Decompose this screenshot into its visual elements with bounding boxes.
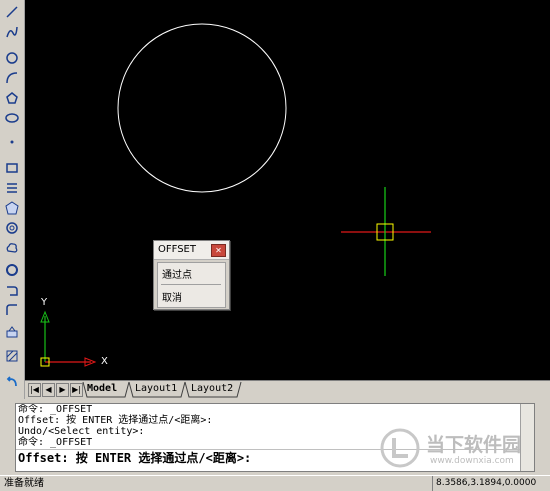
offset-popup: OFFSET ✕ 通过点 取消 (153, 240, 230, 310)
menu-item-through-point[interactable]: 通过点 (162, 266, 192, 281)
menu-item-cancel[interactable]: 取消 (162, 289, 182, 304)
coordinate-readout: 8.3586,3.1894,0.0000 (432, 476, 539, 491)
drawing-canvas[interactable]: Y X (25, 0, 550, 380)
command-scrollbar[interactable] (520, 404, 534, 471)
ellipse-tool-icon[interactable] (3, 110, 21, 126)
multiline-tool-icon[interactable] (3, 180, 21, 196)
polyline-tool-icon[interactable] (3, 24, 21, 40)
status-text: 准备就绪 (4, 478, 44, 489)
polygon-tool-icon[interactable] (3, 90, 21, 106)
tab-outlines (82, 381, 242, 398)
drawn-circle[interactable] (117, 23, 287, 193)
ucs-y-label: Y (41, 297, 48, 308)
region-tool-icon[interactable] (3, 200, 21, 216)
line-tool-icon[interactable] (3, 4, 21, 20)
watermark-url: www.downxia.com (430, 456, 514, 466)
spline-tool-icon[interactable] (3, 282, 21, 298)
draw-toolbar (0, 0, 25, 399)
watermark-icon (380, 428, 420, 468)
insert-block-tool-icon[interactable] (3, 302, 21, 318)
donut-tool-icon[interactable] (3, 220, 21, 236)
close-icon[interactable]: ✕ (211, 244, 226, 257)
hatch-tool-icon[interactable] (3, 348, 21, 364)
crosshair-cursor (341, 187, 431, 276)
command-history-line: 命令: _OFFSET (18, 404, 93, 415)
revision-cloud-tool-icon[interactable] (3, 240, 21, 256)
ucs-x-label: X (101, 356, 108, 367)
arc-tool-icon[interactable] (3, 70, 21, 86)
status-bar: 准备就绪 8.3586,3.1894,0.0000 (0, 475, 550, 491)
ring-tool-icon[interactable] (3, 262, 21, 278)
rectangle-tool-icon[interactable] (3, 160, 21, 176)
layout-tabs-bar: |◀ ◀ ▶ ▶| Model Layout1 Layout2 (25, 380, 550, 399)
canvas-drawing (40, 23, 431, 367)
command-history-line: Offset: 按 ENTER 选择通过点/<距离>: (18, 415, 213, 426)
point-tool-icon[interactable] (3, 134, 21, 150)
undo-tool-icon[interactable] (3, 374, 21, 390)
ucs-icon (40, 310, 97, 367)
watermark-text: 当下软件园 (426, 434, 522, 456)
menu-divider (161, 284, 221, 285)
make-block-tool-icon[interactable] (3, 324, 21, 340)
popup-menu: 通过点 取消 (157, 262, 226, 308)
circle-tool-icon[interactable] (3, 50, 21, 66)
